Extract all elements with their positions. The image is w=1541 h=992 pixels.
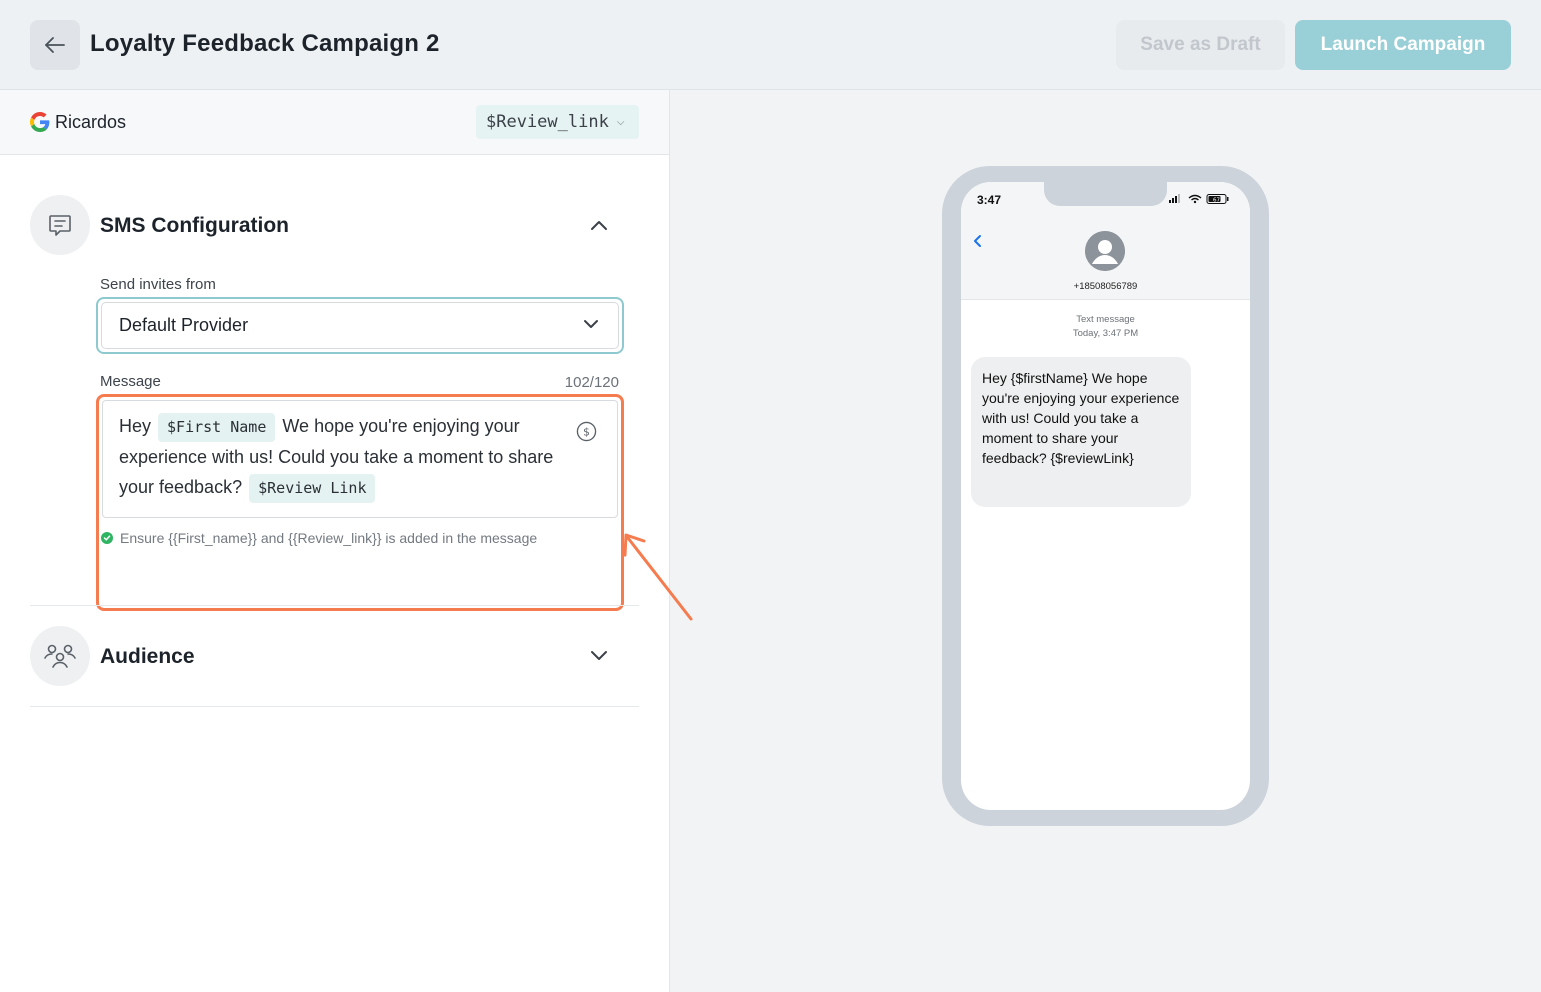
business-name: Ricardos <box>55 112 127 132</box>
sms-section-collapse[interactable] <box>587 213 611 237</box>
save-draft-button[interactable]: Save as Draft <box>1116 20 1285 70</box>
first-name-chip[interactable]: $First Name <box>158 412 276 442</box>
message-label: Message <box>100 373 161 390</box>
provider-select-wrapper: Default Provider <box>96 297 624 354</box>
status-time: 3:47 <box>977 193 1002 207</box>
chevron-down-icon: ⌵ <box>616 116 625 128</box>
svg-text:$: $ <box>583 426 590 438</box>
top-bar: Loyalty Feedback Campaign 2 Save as Draf… <box>0 0 1541 90</box>
annotation-arrow-icon <box>623 533 693 621</box>
arrow-left-icon <box>45 37 65 53</box>
phone-preview: 3:47 67 +18508056789 Text message Today,… <box>942 166 1269 826</box>
review-link-chip[interactable]: $Review Link <box>249 474 376 503</box>
contact-avatar <box>1085 231 1125 271</box>
chevron-left-icon <box>974 235 981 247</box>
battery-level: 67 <box>1213 197 1220 203</box>
review-link-dropdown[interactable]: $Review_link ⌵ <box>476 105 639 139</box>
hint-text: Ensure {{First_name}} and {{Review_link}… <box>120 530 538 546</box>
phone-back-button[interactable] <box>972 234 982 253</box>
user-avatar-icon <box>1085 231 1125 271</box>
sms-bubble: Hey {$firstName} We hope you're enjoying… <box>971 357 1191 507</box>
launch-campaign-button[interactable]: Launch Campaign <box>1295 20 1511 70</box>
google-logo-icon <box>30 112 50 132</box>
message-highlight: Hey $First Name We hope you're enjoying … <box>96 394 624 611</box>
validation-hint: Ensure {{First_name}} and {{Review_link}… <box>101 530 537 546</box>
section-divider <box>30 605 639 606</box>
message-type: Text message <box>1076 314 1135 325</box>
audience-section-title: Audience <box>100 645 195 668</box>
audience-section-expand[interactable] <box>587 644 611 668</box>
back-button[interactable] <box>30 20 80 70</box>
message-icon <box>49 215 71 236</box>
contact-number: +18508056789 <box>1073 281 1138 292</box>
section-divider <box>30 706 639 707</box>
chevron-down-icon <box>591 651 607 660</box>
chevron-down-icon <box>584 320 598 328</box>
audience-section-icon <box>30 626 90 686</box>
phone-notch <box>1044 182 1167 206</box>
send-from-label: Send invites from <box>100 276 216 293</box>
users-icon <box>44 644 76 668</box>
message-time: Today, 3:47 PM <box>1072 328 1139 339</box>
provider-value: Default Provider <box>119 315 249 335</box>
phone-screen: 3:47 67 +18508056789 Text message Today,… <box>961 182 1250 810</box>
provider-select[interactable]: Default Provider <box>101 302 619 349</box>
chevron-up-icon <box>591 221 607 230</box>
sms-section-icon <box>30 195 90 255</box>
message-prefix: Hey <box>119 416 152 436</box>
message-editor[interactable]: Hey $First Name We hope you're enjoying … <box>102 400 618 518</box>
page-title: Loyalty Feedback Campaign 2 <box>90 30 440 57</box>
dollar-icon[interactable]: $ <box>576 421 597 442</box>
config-panel: Ricardos $Review_link ⌵ SMS Configuratio… <box>0 90 670 992</box>
message-meta: Text message Today, 3:47 PM <box>961 313 1250 341</box>
sms-section-title: SMS Configuration <box>100 214 289 237</box>
business-bar: Ricardos $Review_link ⌵ <box>0 90 669 155</box>
character-counter: 102/120 <box>564 374 619 391</box>
status-bar-icons: 67 <box>1169 194 1229 204</box>
review-link-token: $Review_link <box>486 112 609 132</box>
check-circle-icon <box>101 532 113 544</box>
